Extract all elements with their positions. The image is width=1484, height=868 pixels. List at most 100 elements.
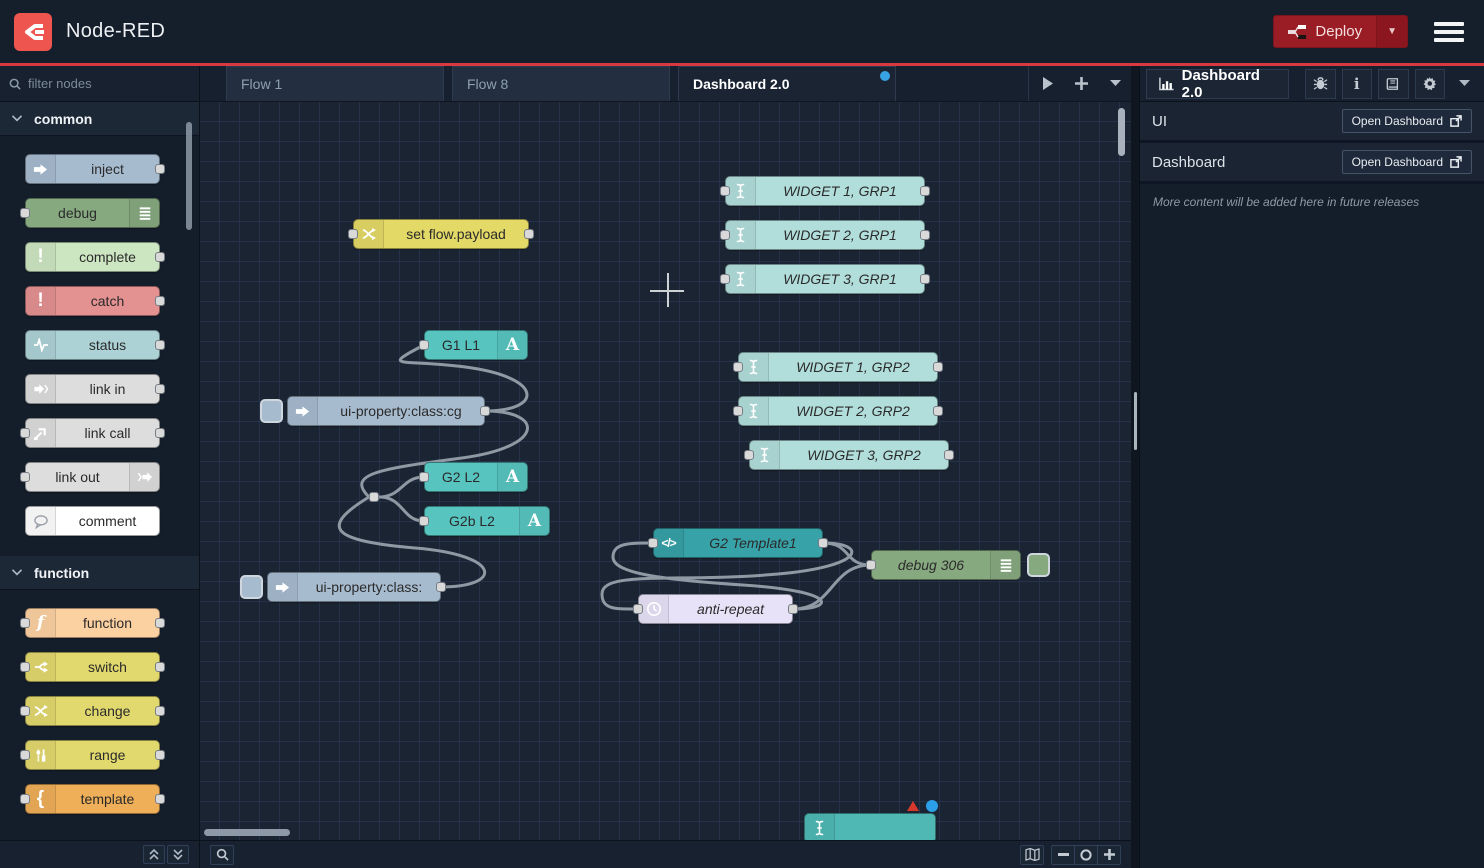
wire-junction-1-to-g2-l2[interactable]	[379, 477, 424, 497]
output-port[interactable]	[155, 340, 165, 350]
node-clipped-node[interactable]	[804, 813, 936, 840]
output-port[interactable]	[818, 538, 828, 548]
input-port[interactable]	[20, 428, 30, 438]
node-widget3-grp2[interactable]: WIDGET 3, GRP2	[749, 440, 949, 470]
zoom-reset-button[interactable]	[1074, 845, 1098, 865]
input-port[interactable]	[720, 230, 730, 240]
filter-nodes-input[interactable]	[28, 76, 168, 91]
zoom-in-button[interactable]	[1097, 845, 1121, 865]
output-port[interactable]	[155, 252, 165, 262]
input-port[interactable]	[419, 516, 429, 526]
tab-scroll-right-button[interactable]	[1043, 77, 1053, 90]
node-widget1-grp2[interactable]: WIDGET 1, GRP2	[738, 352, 938, 382]
canvas-vertical-scrollbar[interactable]	[1118, 108, 1125, 156]
node-g2b-l2[interactable]: G2b L2A	[424, 506, 550, 536]
node-link-in[interactable]: link in	[25, 374, 160, 404]
input-port[interactable]	[733, 362, 743, 372]
input-port[interactable]	[20, 750, 30, 760]
node-range[interactable]: range	[25, 740, 160, 770]
palette-category-function[interactable]: function	[0, 556, 199, 590]
node-complete[interactable]: !complete	[25, 242, 160, 272]
input-port[interactable]	[720, 186, 730, 196]
config-sidebar-button[interactable]	[1415, 69, 1445, 99]
output-port[interactable]	[155, 164, 165, 174]
input-port[interactable]	[419, 472, 429, 482]
output-port[interactable]	[155, 296, 165, 306]
navigator-button[interactable]	[1020, 845, 1044, 865]
info-sidebar-button[interactable]: i	[1342, 69, 1372, 99]
palette-category-common[interactable]: common	[0, 102, 199, 136]
deploy-options-chevron[interactable]: ▼	[1376, 16, 1407, 47]
node-debug-306[interactable]: debug 306	[871, 550, 1021, 580]
sidebar-menu-chevron[interactable]	[1451, 78, 1478, 90]
node-anti-repeat[interactable]: anti-repeat	[638, 594, 793, 624]
debug-toggle-button[interactable]	[1027, 553, 1050, 577]
input-port[interactable]	[20, 472, 30, 482]
node-inject[interactable]: inject	[25, 154, 160, 184]
input-port[interactable]	[20, 618, 30, 628]
open-dashboard-button[interactable]: Open Dashboard	[1342, 109, 1472, 133]
input-port[interactable]	[866, 560, 876, 570]
inject-button[interactable]	[260, 399, 283, 423]
sidebar-splitter[interactable]	[1131, 66, 1139, 868]
node-set-flow-payload[interactable]: set flow.payload	[353, 219, 529, 249]
zoom-out-button[interactable]	[1051, 845, 1075, 865]
input-port[interactable]	[20, 794, 30, 804]
node-g2-template1[interactable]: </>G2 Template1	[653, 528, 823, 558]
node-g1-l1[interactable]: G1 L1A	[424, 330, 528, 360]
input-port[interactable]	[648, 538, 658, 548]
output-port[interactable]	[933, 362, 943, 372]
input-port[interactable]	[20, 706, 30, 716]
node-link-out[interactable]: link out	[25, 462, 160, 492]
node-inject-class[interactable]: ui-property:class:	[267, 572, 441, 602]
node-change[interactable]: change	[25, 696, 160, 726]
output-port[interactable]	[944, 450, 954, 460]
output-port[interactable]	[155, 384, 165, 394]
open-dashboard-button[interactable]: Open Dashboard	[1342, 150, 1472, 174]
add-flow-button[interactable]	[1075, 77, 1088, 90]
sidebar-tab-dashboard[interactable]: Dashboard 2.0	[1146, 69, 1289, 99]
output-port[interactable]	[933, 406, 943, 416]
debug-sidebar-button[interactable]	[1305, 69, 1335, 99]
input-port[interactable]	[720, 274, 730, 284]
output-port[interactable]	[155, 706, 165, 716]
node-widget2-grp2[interactable]: WIDGET 2, GRP2	[738, 396, 938, 426]
node-debug[interactable]: debug	[25, 198, 160, 228]
output-port[interactable]	[524, 229, 534, 239]
output-port[interactable]	[920, 186, 930, 196]
node-widget3-grp1[interactable]: WIDGET 3, GRP1	[725, 264, 925, 294]
wire-junction[interactable]	[369, 492, 379, 502]
deploy-button[interactable]: Deploy ▼	[1273, 15, 1408, 48]
expand-categories-button[interactable]	[167, 845, 189, 864]
flow-canvas[interactable]: set flow.payload WIDGET 1, GRP1 WIDGET 2, …	[200, 102, 1131, 840]
input-port[interactable]	[633, 604, 643, 614]
tab-flow-1[interactable]: Flow 1	[226, 66, 444, 101]
input-port[interactable]	[20, 662, 30, 672]
output-port[interactable]	[155, 750, 165, 760]
node-catch[interactable]: !catch	[25, 286, 160, 316]
wire-junction-1-to-g2b-l2[interactable]	[379, 497, 424, 521]
output-port[interactable]	[480, 406, 490, 416]
input-port[interactable]	[419, 340, 429, 350]
node-inject-cg[interactable]: ui-property:class:cg	[287, 396, 485, 426]
node-template[interactable]: {template	[25, 784, 160, 814]
output-port[interactable]	[920, 274, 930, 284]
output-port[interactable]	[155, 662, 165, 672]
canvas-horizontal-scrollbar[interactable]	[204, 829, 290, 836]
main-menu-button[interactable]	[1434, 22, 1464, 42]
output-port[interactable]	[155, 618, 165, 628]
output-port[interactable]	[436, 582, 446, 592]
output-port[interactable]	[155, 794, 165, 804]
output-port[interactable]	[788, 604, 798, 614]
input-port[interactable]	[733, 406, 743, 416]
collapse-categories-button[interactable]	[143, 845, 165, 864]
node-widget1-grp1[interactable]: WIDGET 1, GRP1	[725, 176, 925, 206]
palette-scrollbar[interactable]	[186, 122, 192, 230]
node-function[interactable]: ffunction	[25, 608, 160, 638]
output-port[interactable]	[155, 428, 165, 438]
node-comment[interactable]: comment	[25, 506, 160, 536]
tab-flow-8[interactable]: Flow 8	[452, 66, 670, 101]
node-widget2-grp1[interactable]: WIDGET 2, GRP1	[725, 220, 925, 250]
splitter-grip[interactable]	[1134, 392, 1137, 450]
node-switch[interactable]: switch	[25, 652, 160, 682]
